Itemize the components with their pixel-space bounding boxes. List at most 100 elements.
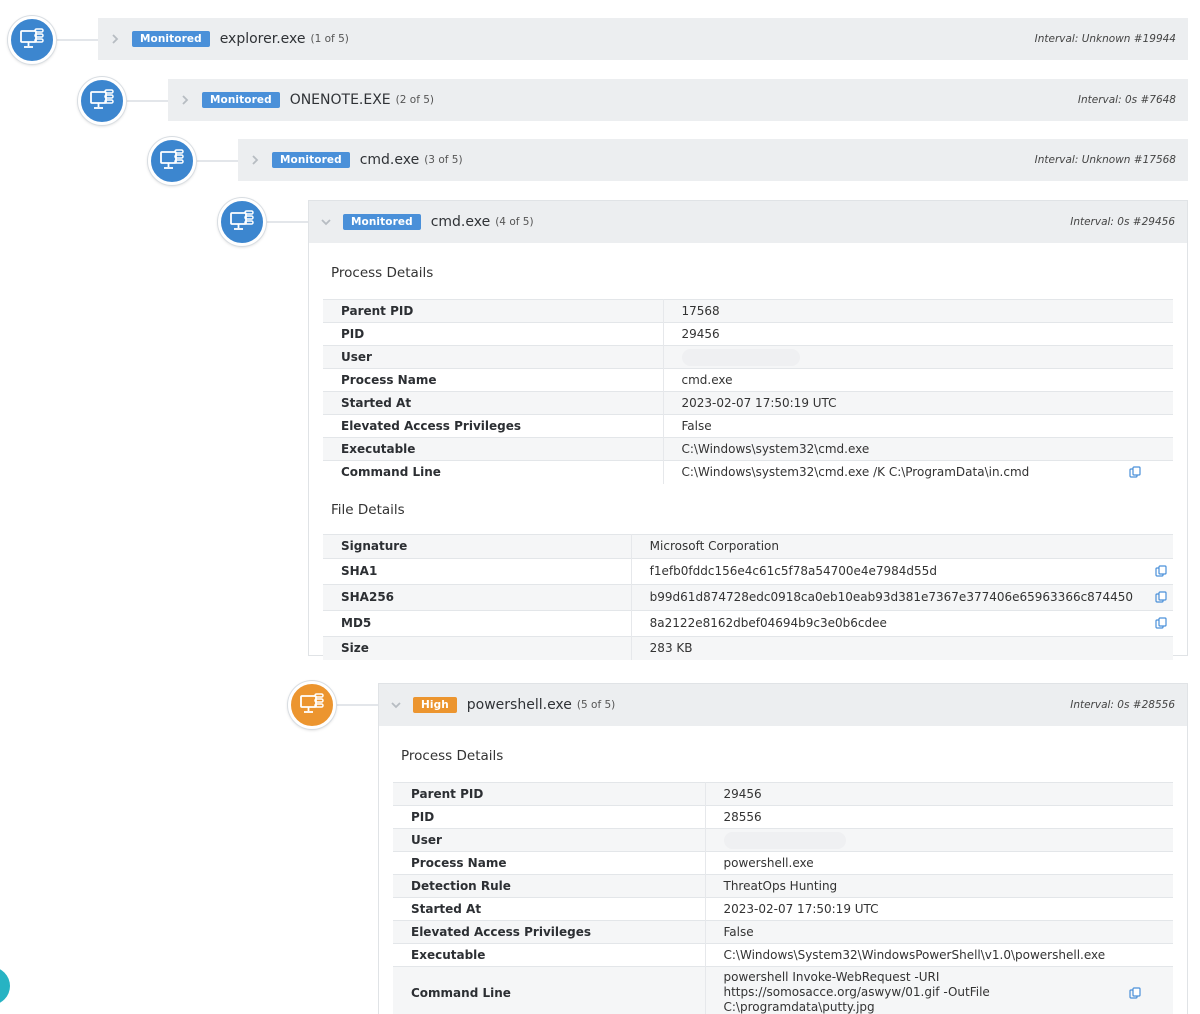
process-count: (2 of 5) <box>395 94 435 106</box>
process-node-icon[interactable] <box>8 16 56 64</box>
table-row: Command Line powershell Invoke-WebRequest… <box>393 966 1173 1014</box>
process-node-icon[interactable] <box>288 681 336 729</box>
process-card-header[interactable]: Monitored ONENOTE.EXE (2 of 5) Interval:… <box>168 79 1188 121</box>
copy-icon[interactable] <box>1129 466 1141 478</box>
detail-value-text: powershell Invoke-WebRequest -URI https:… <box>723 970 990 1014</box>
redacted-value <box>723 831 846 849</box>
interval-label: Interval: Unknown #17568 <box>1034 154 1176 166</box>
detail-value: 28556 <box>704 805 1173 829</box>
copy-icon[interactable] <box>1129 986 1141 999</box>
detail-value: 29456 <box>704 782 1173 806</box>
process-card-expanded: High powershell.exe (5 of 5) Interval: 0… <box>378 683 1188 1014</box>
detail-value <box>662 345 1173 369</box>
detail-value: False <box>704 920 1173 944</box>
copy-icon[interactable] <box>1155 565 1167 577</box>
detail-value: ThreatOps Hunting <box>704 874 1173 898</box>
monitor-process-icon <box>230 210 254 230</box>
table-row: Elevated Access Privileges False <box>393 920 1173 944</box>
monitor-process-icon <box>300 693 324 713</box>
interval-label: Interval: 0s #7648 <box>1077 94 1176 106</box>
detail-key: User <box>411 833 442 847</box>
process-node-icon[interactable] <box>148 137 196 185</box>
process-count: (1 of 5) <box>310 33 349 45</box>
status-badge: Monitored <box>132 31 210 47</box>
detail-value: False <box>662 414 1173 438</box>
detail-value: C:\Windows\system32\cmd.exe /K C:\Progra… <box>662 460 1173 484</box>
detail-value: f1efb0fddc156e4c61c5f78a54700e4e7984d55d <box>630 558 1173 584</box>
process-name: explorer.exe <box>219 31 306 47</box>
redacted-value <box>681 348 800 366</box>
chevron-down-icon[interactable] <box>389 698 403 712</box>
table-row: PID 28556 <box>393 805 1173 829</box>
table-row: Parent PID 17568 <box>323 299 1173 323</box>
detail-value: 2023-02-07 17:50:19 UTC <box>662 391 1173 415</box>
detail-value-text: b99d61d874728edc0918ca0eb10eab93d381e736… <box>649 590 1133 604</box>
partial-node-icon[interactable] <box>0 967 10 1005</box>
detail-value: 29456 <box>662 322 1173 346</box>
process-node-icon[interactable] <box>218 198 266 246</box>
table-row: Parent PID 29456 <box>393 782 1173 806</box>
detail-value: C:\Windows\system32\cmd.exe <box>662 437 1173 461</box>
detail-key: Signature <box>341 539 408 553</box>
process-name: cmd.exe <box>430 214 491 230</box>
status-badge: Monitored <box>272 152 350 168</box>
file-details-table: Signature Microsoft Corporation SHA1 f1efb… <box>323 534 1173 660</box>
chevron-right-icon[interactable] <box>178 93 192 107</box>
detail-key: Command Line <box>411 985 511 1000</box>
process-card-header[interactable]: Monitored cmd.exe (4 of 5) Interval: 0s … <box>309 201 1187 243</box>
detail-key: User <box>341 350 372 364</box>
chevron-right-icon[interactable] <box>248 153 262 167</box>
table-row: MD5 8a2122e8162dbef04694b9c3e0b6cdee <box>323 610 1173 636</box>
table-row: User <box>323 345 1173 369</box>
table-row: Process Name powershell.exe <box>393 851 1173 875</box>
process-card-header[interactable]: Monitored cmd.exe (3 of 5) Interval: Unk… <box>238 139 1188 181</box>
detail-value-text: 8a2122e8162dbef04694b9c3e0b6cdee <box>649 616 887 630</box>
chevron-down-icon[interactable] <box>319 215 333 229</box>
section-title: File Details <box>331 501 405 518</box>
status-badge: Monitored <box>343 214 421 230</box>
copy-icon[interactable] <box>1155 617 1167 629</box>
table-row: User <box>393 828 1173 852</box>
monitor-process-icon <box>20 28 44 48</box>
detail-value: 283 KB <box>630 636 1173 660</box>
detail-key: Elevated Access Privileges <box>411 925 592 939</box>
detail-key: Process Name <box>341 373 437 387</box>
table-row: Detection Rule ThreatOps Hunting <box>393 874 1173 898</box>
status-badge: Monitored <box>202 92 280 108</box>
interval-label: Interval: Unknown #19944 <box>1034 33 1176 45</box>
detail-key: PID <box>341 327 365 341</box>
detail-value: C:\Windows\System32\WindowsPowerShell\v1… <box>704 943 1173 967</box>
process-node-icon[interactable] <box>78 77 126 125</box>
detail-key: Executable <box>411 948 486 962</box>
process-count: (3 of 5) <box>424 154 463 166</box>
process-details-table: Parent PID 17568 PID 29456 User Process Na… <box>323 299 1173 484</box>
detail-key: Executable <box>341 442 416 456</box>
severity-badge: High <box>413 697 457 713</box>
detail-value: powershell.exe <box>704 851 1173 875</box>
copy-icon[interactable] <box>1155 591 1167 603</box>
table-row: Signature Microsoft Corporation <box>323 534 1173 558</box>
detail-value: 17568 <box>662 299 1173 323</box>
process-card-header[interactable]: High powershell.exe (5 of 5) Interval: 0… <box>379 684 1187 726</box>
interval-label: Interval: 0s #28556 <box>1070 699 1175 711</box>
detail-value <box>704 828 1173 852</box>
detail-key: Elevated Access Privileges <box>341 419 522 433</box>
process-count: (5 of 5) <box>576 699 616 711</box>
table-row: Elevated Access Privileges False <box>323 414 1173 438</box>
table-row: Process Name cmd.exe <box>323 368 1173 392</box>
table-row: Started At 2023-02-07 17:50:19 UTC <box>323 391 1173 415</box>
detail-value: Microsoft Corporation <box>630 534 1173 558</box>
process-card-header[interactable]: Monitored explorer.exe (1 of 5) Interval… <box>98 18 1188 60</box>
table-row: PID 29456 <box>323 322 1173 346</box>
chevron-right-icon[interactable] <box>108 32 122 46</box>
detail-key: SHA1 <box>341 564 378 578</box>
detail-key: MD5 <box>341 616 372 630</box>
process-card: Monitored cmd.exe (3 of 5) Interval: Unk… <box>238 139 1188 181</box>
process-count: (4 of 5) <box>495 216 534 228</box>
detail-key: Detection Rule <box>411 879 511 893</box>
table-row: Size 283 KB <box>323 636 1173 660</box>
detail-value: powershell Invoke-WebRequest -URI https:… <box>704 966 1173 1014</box>
table-row: Executable C:\Windows\system32\cmd.exe <box>323 437 1173 461</box>
detail-key: PID <box>411 810 435 824</box>
detail-value: 8a2122e8162dbef04694b9c3e0b6cdee <box>630 610 1173 636</box>
